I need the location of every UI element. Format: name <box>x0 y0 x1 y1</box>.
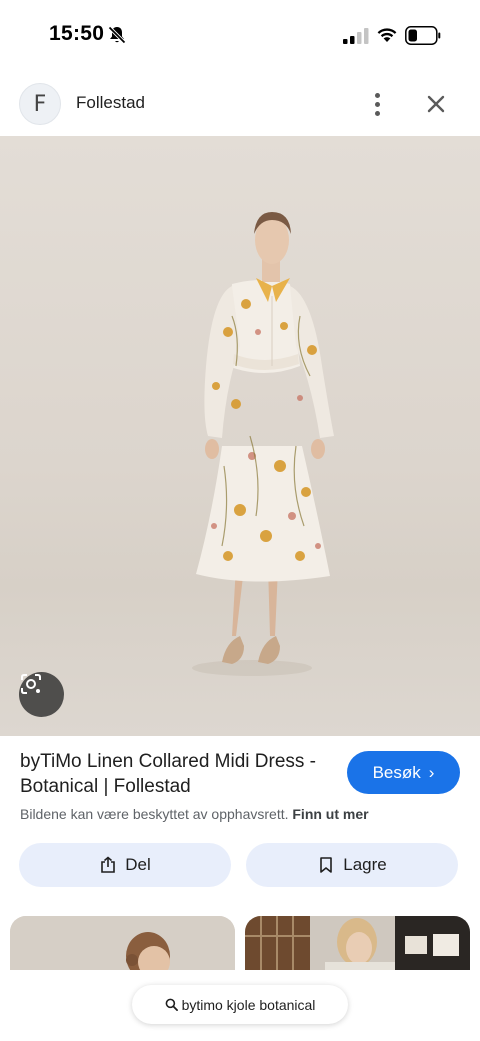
lens-icon <box>21 674 41 694</box>
copyright-text: Bildene kan være beskyttet av opphavsret… <box>20 806 289 822</box>
more-options-button[interactable] <box>362 88 392 120</box>
search-query-chip[interactable]: bytimo kjole botanical <box>132 985 348 1024</box>
visit-label: Besøk <box>372 762 421 782</box>
more-vert-icon <box>374 92 380 98</box>
site-avatar[interactable]: F <box>19 83 61 125</box>
status-time: 15:50 <box>49 22 105 45</box>
bookmark-icon <box>320 857 333 873</box>
share-label: Del <box>125 855 151 874</box>
bell-slash-icon <box>108 26 126 44</box>
search-icon <box>165 998 178 1011</box>
related-photo-2 <box>245 916 470 970</box>
result-header: F Follestad <box>0 80 480 128</box>
copyright-notice: Bildene kan være beskyttet av opphavsret… <box>20 806 369 822</box>
product-title[interactable]: byTiMo Linen Collared Midi Dress - Botan… <box>20 749 340 799</box>
related-image-1[interactable] <box>10 916 235 970</box>
status-bar: 15:50 <box>0 0 480 70</box>
share-icon <box>101 856 116 873</box>
dress-photo <box>192 212 334 676</box>
wifi-icon <box>377 28 397 42</box>
related-image-2[interactable] <box>245 916 470 970</box>
bottom-bar: bytimo kjole botanical <box>0 970 480 1041</box>
save-label: Lagre <box>343 855 387 874</box>
avatar-letter: F <box>33 91 47 117</box>
battery-icon <box>405 26 441 45</box>
chevron-right-icon: › <box>428 762 435 782</box>
lens-button[interactable] <box>19 672 64 717</box>
search-query: bytimo kjole botanical <box>181 996 316 1013</box>
product-image[interactable] <box>0 136 480 736</box>
learn-more-link[interactable]: Finn ut mer <box>292 806 368 822</box>
save-button[interactable]: Lagre <box>246 843 458 887</box>
signal-icon <box>343 28 369 44</box>
share-button[interactable]: Del <box>19 843 231 887</box>
site-name[interactable]: Follestad <box>76 93 145 113</box>
close-icon[interactable] <box>420 88 452 120</box>
related-photo-1 <box>10 916 235 970</box>
visit-button[interactable]: Besøk › <box>347 751 460 794</box>
